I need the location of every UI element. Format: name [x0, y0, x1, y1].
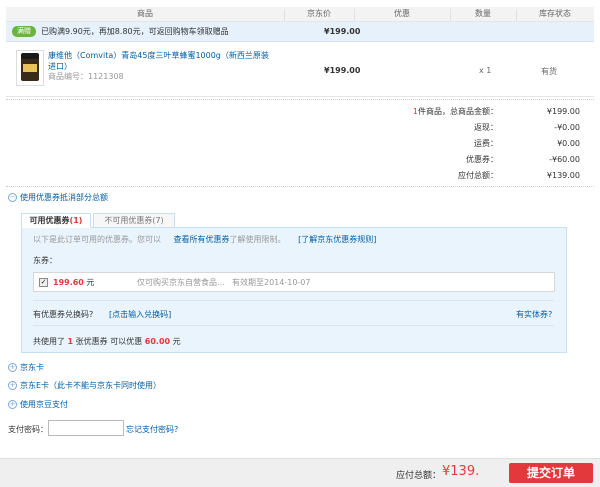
column-header-price: 京东价	[307, 9, 331, 18]
column-header-product: 商品	[137, 9, 153, 18]
coupon-rules-link[interactable]: [了解京东优惠券规则]	[298, 235, 376, 244]
usage-prefix: 共使用了	[33, 337, 65, 346]
usage-mid: 张优惠券 可以优惠	[75, 337, 143, 346]
tab-count: (1)	[69, 216, 83, 225]
redeem-code-prompt: 有优惠券兑换码?	[33, 310, 94, 319]
coupon-item[interactable]: ✓ 199.60 元 仅可购买京东自营食品… 有效期至2014-10-07	[33, 272, 555, 292]
summary-row-goods-total: 1件商品，总商品金额： ¥199.00	[380, 105, 580, 119]
coupon-amount: 199.60 元	[53, 277, 94, 288]
cart-table-header: 商品 京东价 优惠 数量 库存状态	[6, 7, 594, 22]
product-price: ¥199.00	[324, 66, 361, 75]
coupon-scope: 仅可购买京东自营食品…	[137, 278, 225, 287]
divider	[33, 325, 554, 326]
collapse-icon: −	[8, 193, 17, 202]
coupon-panel: 以下是此订单可用的优惠券。您可以 查看所有优惠券了解使用限制。 [了解京东优惠券…	[21, 227, 567, 353]
coupon-amount-unit: 元	[86, 278, 95, 287]
hint-suffix: 了解使用限制。	[229, 235, 286, 244]
sku-label: 商品编号：	[48, 72, 88, 81]
divider	[6, 186, 594, 187]
usage-amount: 60.00	[144, 337, 171, 346]
coupon-toggle[interactable]: − 使用优惠券抵消部分总额	[8, 192, 108, 203]
coupon-expiry: 有效期至2014-10-07	[232, 278, 311, 287]
column-header-discount: 优惠	[394, 9, 410, 18]
expand-icon: +	[8, 363, 17, 372]
promo-badge: 满赠	[12, 26, 36, 37]
promo-price: ¥199.00	[324, 27, 361, 36]
tab-available-coupons[interactable]: 可用优惠券(1)	[21, 213, 91, 228]
summary-label-text: 件商品，总商品金额：	[418, 107, 498, 116]
footer-total-value: ¥139.	[442, 464, 480, 479]
summary-value: -¥60.00	[549, 155, 580, 164]
summary-label: 返现：	[474, 123, 498, 132]
coupon-amount-value: 199.60	[53, 278, 84, 287]
option-label[interactable]: 京东卡	[20, 363, 44, 372]
tab-label: 不可用优惠券	[104, 216, 153, 225]
coupon-hint: 以下是此订单可用的优惠券。您可以 查看所有优惠券了解使用限制。 [了解京东优惠券…	[33, 234, 376, 245]
option-jd-beans[interactable]: + 使用京豆支付	[8, 399, 68, 410]
redeem-code-link[interactable]: [点击输入兑换码]	[109, 309, 171, 320]
option-label[interactable]: 使用京豆支付	[20, 400, 68, 409]
jar-label-icon	[23, 64, 37, 72]
usage-count: 1	[67, 337, 74, 346]
summary-value: ¥139.00	[546, 171, 580, 180]
hint-text: 以下是此订单可用的优惠券。您可以	[33, 235, 161, 244]
divider	[33, 300, 554, 301]
summary-value: ¥199.00	[546, 107, 580, 116]
summary-value: -¥0.00	[554, 123, 580, 132]
product-stock-status: 有货	[541, 67, 557, 76]
payment-password-input[interactable]	[48, 420, 124, 436]
summary-value: ¥0.00	[557, 139, 580, 148]
summary-label: 优惠券：	[466, 155, 498, 164]
summary-row-cashback: 返现： -¥0.00	[380, 121, 580, 135]
expand-icon: +	[8, 381, 17, 390]
product-row: 康维他（Comvita）青岛45度三叶草蜂蜜1000g（新西兰原装进口） 商品编…	[6, 42, 594, 97]
coupon-usage-summary: 共使用了 1 张优惠券 可以优惠 60.00 元	[33, 336, 181, 347]
summary-row-coupon: 优惠券： -¥60.00	[380, 153, 580, 167]
coupon-toggle-label[interactable]: 使用优惠券抵消部分总额	[20, 193, 108, 202]
tab-count: (7)	[152, 216, 164, 225]
submit-order-button[interactable]: 提交订单	[509, 463, 593, 483]
coupon-group-title: 东券：	[33, 256, 57, 265]
usage-unit: 元	[172, 337, 181, 346]
footer-total-label: 应付总额：	[396, 471, 442, 481]
promo-row: 满赠 已购满9.90元，再加8.80元，可返回购物车领取赠品 ¥199.00	[6, 22, 594, 42]
payment-password-label: 支付密码：	[8, 425, 48, 434]
summary-label: 运费：	[474, 139, 498, 148]
option-jd-ecard[interactable]: + 京东E卡（此卡不能与京东卡同时使用）	[8, 380, 161, 391]
checkout-bar: 应付总额： ¥139. 提交订单	[0, 458, 600, 487]
tab-unavailable-coupons[interactable]: 不可用优惠券(7)	[93, 213, 175, 228]
product-name-link[interactable]: 康维他（Comvita）青岛45度三叶草蜂蜜1000g（新西兰原装进口）	[48, 50, 273, 72]
product-quantity: x 1	[479, 66, 492, 75]
coupon-checkbox[interactable]: ✓	[39, 278, 48, 287]
product-image[interactable]	[16, 50, 44, 86]
physical-coupon-link[interactable]: 有实体券?	[516, 309, 552, 320]
view-all-coupons-link[interactable]: 查看所有优惠券	[174, 235, 230, 244]
summary-label: 1件商品，总商品金额：	[413, 105, 498, 119]
option-label[interactable]: 京东E卡（此卡不能与京东卡同时使用）	[20, 381, 161, 390]
summary-row-payable: 应付总额： ¥139.00	[380, 169, 580, 183]
divider	[6, 99, 594, 100]
summary-row-shipping: 运费： ¥0.00	[380, 137, 580, 151]
column-header-stock: 库存状态	[539, 9, 571, 18]
tab-label: 可用优惠券	[29, 216, 70, 225]
forgot-password-link[interactable]: 忘记支付密码?	[126, 424, 178, 435]
option-jd-card[interactable]: + 京东卡	[8, 362, 44, 373]
column-header-quantity: 数量	[475, 9, 491, 18]
summary-label: 应付总额：	[458, 171, 498, 180]
expand-icon: +	[8, 400, 17, 409]
sku-value: 1121308	[88, 72, 124, 81]
product-sku: 商品编号：1121308	[48, 71, 124, 82]
promo-text[interactable]: 已购满9.90元，再加8.80元，可返回购物车领取赠品	[41, 26, 229, 37]
jar-lid-icon	[21, 53, 39, 59]
